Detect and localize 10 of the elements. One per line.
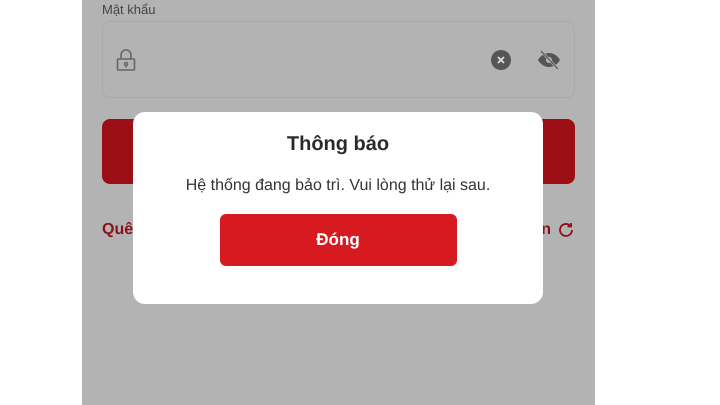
refresh-icon[interactable] xyxy=(557,221,575,239)
eye-off-icon[interactable] xyxy=(537,50,561,70)
forgot-link[interactable]: Quê xyxy=(102,218,134,242)
password-field[interactable] xyxy=(102,21,575,98)
close-button[interactable]: Đóng xyxy=(220,214,456,266)
lock-icon xyxy=(116,48,136,70)
dialog-title: Thông báo xyxy=(286,132,390,156)
field-label: Mật khẩu xyxy=(102,2,156,18)
clear-icon[interactable] xyxy=(491,50,511,70)
dialog-message: Hệ thống đang bảo trì. Vui lòng thử lại sau. xyxy=(186,176,490,196)
